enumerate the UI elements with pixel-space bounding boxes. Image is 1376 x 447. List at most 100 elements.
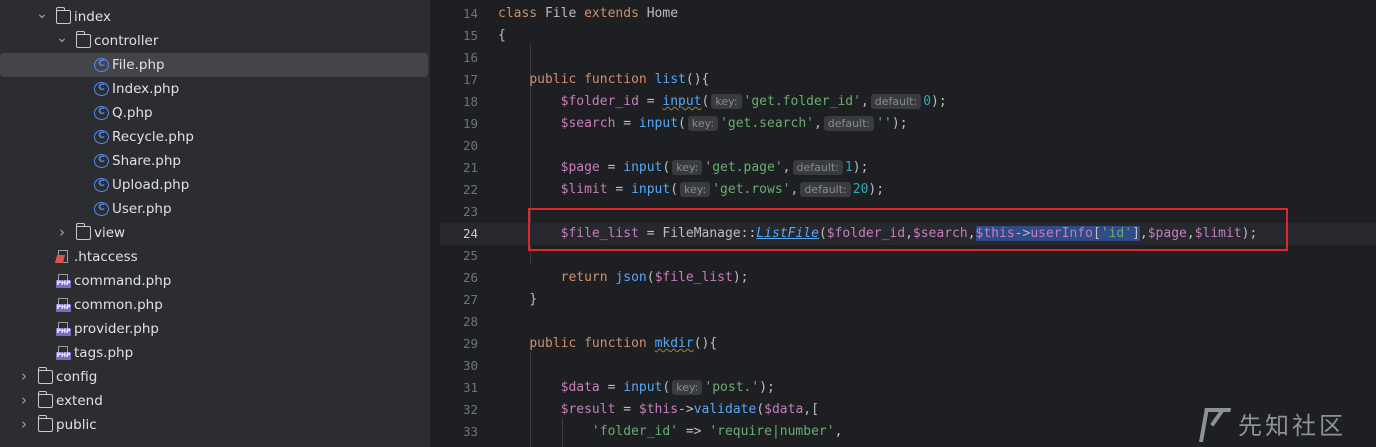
- variable: $limit: [560, 182, 608, 197]
- chevron-down-icon[interactable]: ⌄: [56, 29, 68, 53]
- line-number[interactable]: 32: [440, 399, 478, 421]
- line-number[interactable]: 19: [440, 113, 478, 135]
- parameter-hint: key:: [711, 94, 742, 109]
- line-number[interactable]: 31: [440, 377, 478, 399]
- paren: (: [756, 402, 765, 417]
- parameter-hint: key:: [672, 160, 703, 175]
- keyword: public: [529, 72, 577, 87]
- function-call[interactable]: input: [662, 94, 701, 109]
- keyword: return: [560, 270, 608, 285]
- line-number[interactable]: 27: [440, 289, 478, 311]
- tree-item-label: config: [56, 369, 98, 385]
- line-number[interactable]: 15: [440, 25, 478, 47]
- tree-item-q-php[interactable]: C Q.php: [0, 101, 428, 125]
- line-number[interactable]: 29: [440, 333, 478, 355]
- htaccess-file-icon: [54, 250, 71, 264]
- project-tree: ⌄ index ⌄ controller C File.php C Index.php C Q.p…: [0, 0, 430, 447]
- function-call[interactable]: json: [615, 270, 646, 285]
- line-number[interactable]: 14: [440, 3, 478, 25]
- php-file-icon: PHP: [56, 274, 71, 288]
- keyword: function: [584, 336, 647, 351]
- tree-item-config[interactable]: › config: [0, 365, 428, 389]
- tree-item--htaccess[interactable]: .htaccess: [0, 245, 428, 269]
- line-number[interactable]: 33: [440, 421, 478, 443]
- php-class-icon: C: [94, 82, 109, 96]
- line-number[interactable]: 28: [440, 311, 478, 333]
- string: 'get.folder_id': [743, 94, 861, 109]
- code-line-14: 14 class File extends Home: [440, 3, 1376, 25]
- tree-item-upload-php[interactable]: C Upload.php: [0, 173, 428, 197]
- variable: $data: [560, 380, 600, 395]
- tree-item-index-php[interactable]: C Index.php: [0, 77, 428, 101]
- paren: (: [670, 182, 679, 197]
- code-line-19: 19 $search = input(key:'get.search', defa…: [440, 113, 1376, 135]
- number: 1: [844, 160, 853, 175]
- tree-item-label: .htaccess: [74, 249, 138, 265]
- line-number[interactable]: 16: [440, 47, 478, 69]
- function-name[interactable]: list: [655, 72, 686, 87]
- tree-item-provider-php[interactable]: PHP provider.php: [0, 317, 428, 341]
- chevron-right-icon[interactable]: ›: [18, 413, 30, 437]
- function-call[interactable]: input: [639, 116, 678, 131]
- tree-item-user-php[interactable]: C User.php: [0, 197, 428, 221]
- line-number[interactable]: 23: [440, 201, 478, 223]
- parameter-hint: key:: [680, 182, 711, 197]
- tree-item-controller[interactable]: ⌄ controller: [0, 29, 428, 53]
- line-number[interactable]: 21: [440, 157, 478, 179]
- string: 'require|number': [709, 424, 835, 439]
- folder-icon: [76, 223, 91, 240]
- code-line-27: 27 }: [440, 289, 1376, 311]
- chevron-right-icon[interactable]: ›: [56, 221, 68, 245]
- paren: (: [678, 116, 686, 131]
- code-text: (){: [693, 336, 718, 351]
- line-number[interactable]: 26: [440, 267, 478, 289]
- highlight-annotation-box: [528, 208, 1288, 251]
- xianzhi-logo-icon: [1198, 406, 1230, 440]
- function-call[interactable]: input: [623, 380, 662, 395]
- watermark-text: 先知社区: [1238, 411, 1346, 440]
- tree-item-index[interactable]: ⌄ index: [0, 5, 428, 29]
- line-number[interactable]: 24: [440, 223, 478, 245]
- function-call[interactable]: input: [631, 182, 670, 197]
- function-call[interactable]: input: [623, 160, 662, 175]
- line-number[interactable]: 17: [440, 69, 478, 91]
- comma: ,: [813, 116, 822, 131]
- tree-item-file-php[interactable]: C File.php: [0, 53, 428, 77]
- tree-item-label: public: [56, 417, 97, 433]
- keyword: extends: [584, 6, 639, 21]
- tree-item-label: Q.php: [112, 105, 153, 121]
- chevron-down-icon[interactable]: ⌄: [36, 5, 48, 29]
- tree-item-view[interactable]: › view: [0, 221, 428, 245]
- tree-item-tags-php[interactable]: PHP tags.php: [0, 341, 428, 365]
- comma: ,: [790, 182, 799, 197]
- line-number[interactable]: 25: [440, 245, 478, 267]
- chevron-right-icon[interactable]: ›: [18, 389, 30, 413]
- line-number[interactable]: 18: [440, 91, 478, 113]
- tree-item-public[interactable]: › public: [0, 413, 428, 437]
- tree-item-extend[interactable]: › extend: [0, 389, 428, 413]
- string: 'post.': [704, 380, 760, 395]
- code-line-22: 22 $limit = input(key:'get.rows', default…: [440, 179, 1376, 201]
- line-number[interactable]: 22: [440, 179, 478, 201]
- code-line-31: 31 $data = input(key:'post.');: [440, 377, 1376, 399]
- string: 'folder_id': [591, 424, 679, 439]
- line-number[interactable]: 20: [440, 135, 478, 157]
- tree-item-label: Recycle.php: [112, 129, 194, 145]
- tree-item-recycle-php[interactable]: C Recycle.php: [0, 125, 428, 149]
- tree-item-label: Upload.php: [112, 177, 190, 193]
- line-number[interactable]: 30: [440, 355, 478, 377]
- code-line-26: 26 return json($file_list);: [440, 267, 1376, 289]
- chevron-right-icon[interactable]: ›: [18, 365, 30, 389]
- parameter-hint: default:: [870, 94, 922, 109]
- panel-divider[interactable]: [438, 0, 439, 447]
- function-name[interactable]: mkdir: [655, 336, 694, 351]
- tree-item-share-php[interactable]: C Share.php: [0, 149, 428, 173]
- folder-icon: [38, 367, 53, 384]
- tree-item-command-php[interactable]: PHP command.php: [0, 269, 428, 293]
- code-line-18: 18 $folder_id = input(key:'get.folder_id…: [440, 91, 1376, 113]
- number: 20: [852, 182, 869, 197]
- method-call[interactable]: validate: [694, 402, 757, 417]
- tree-item-label: extend: [56, 393, 103, 409]
- code-line-29: 29 public function mkdir(){: [440, 333, 1376, 355]
- tree-item-common-php[interactable]: PHP common.php: [0, 293, 428, 317]
